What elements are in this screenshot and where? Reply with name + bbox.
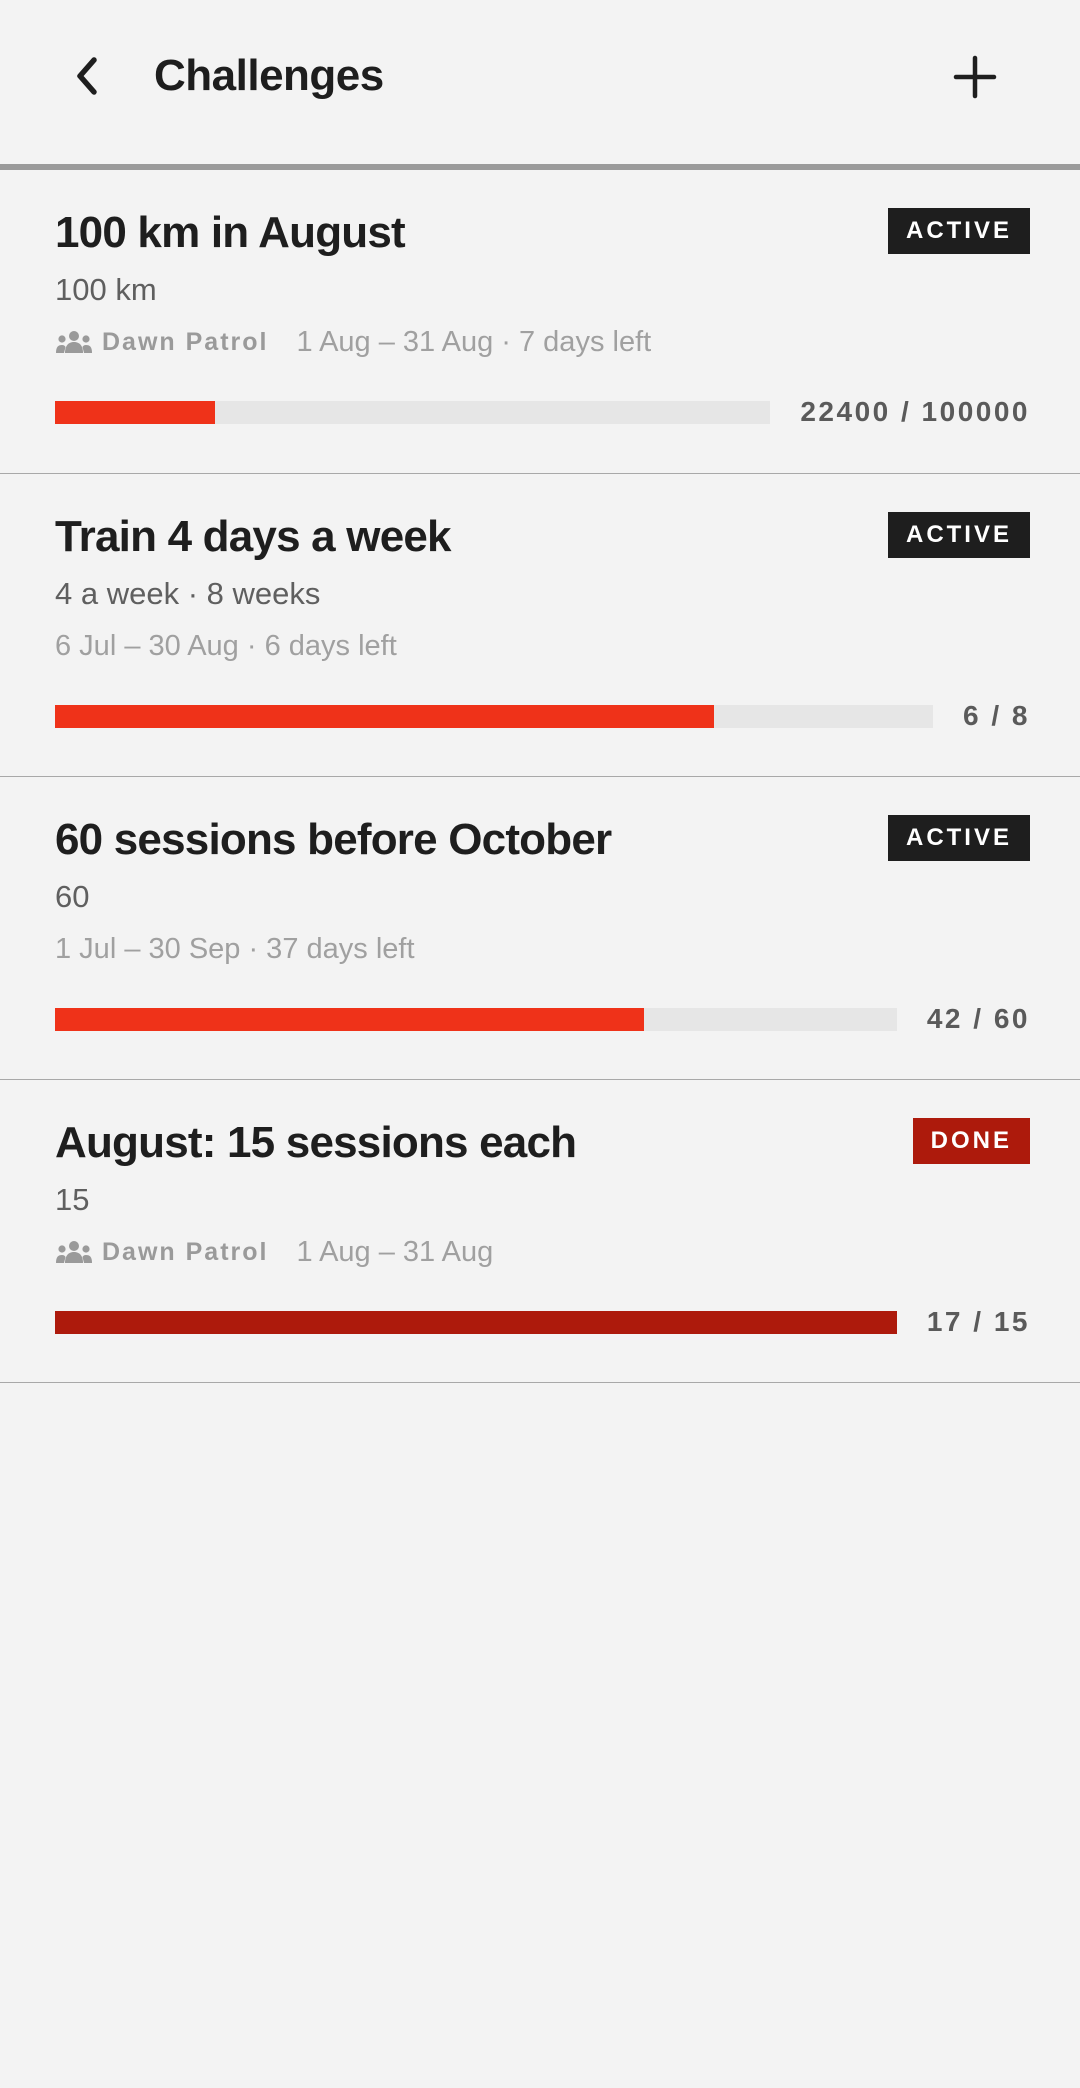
challenge-target: 4 a week · 8 weeks [55,576,321,611]
app-header: Challenges [0,0,1080,164]
progress-count: 42 / 60 [926,1003,1030,1034]
progress-fill [55,1311,897,1334]
status-badge: ACTIVE [887,815,1030,861]
status-badge: DONE [912,1118,1030,1164]
challenge-title: 100 km in August [55,208,406,257]
challenge-card[interactable]: 100 km in August ACTIVE 100 km Dawn Patr… [0,170,1080,474]
challenge-list: 100 km in August ACTIVE 100 km Dawn Patr… [0,170,1080,1383]
challenge-card[interactable]: 60 sessions before October ACTIVE 60 1 J… [0,777,1080,1080]
add-challenge-button[interactable] [945,47,1005,107]
challenge-meta: Dawn Patrol 1 Aug – 31 Aug · 7 days left [55,322,651,362]
status-badge: ACTIVE [887,512,1030,558]
progress-bar [55,1311,897,1334]
progress-count: 6 / 8 [963,700,1030,731]
challenge-target: 15 [55,1182,90,1217]
back-button[interactable] [58,47,116,105]
challenge-dates: 1 Aug – 31 Aug · 7 days left [296,325,652,358]
challenge-title: August: 15 sessions each [55,1118,577,1167]
page-title: Challenges [154,51,384,100]
group-icon [55,328,93,356]
progress-fill [55,705,714,728]
challenge-meta: 1 Jul – 30 Sep · 37 days left [55,929,415,969]
progress-bar [55,401,770,424]
group-name: Dawn Patrol [102,1237,269,1266]
challenge-meta: Dawn Patrol 1 Aug – 31 Aug [55,1232,493,1272]
challenge-target: 60 [55,879,90,914]
chevron-left-icon [77,57,97,95]
group-icon [55,1238,93,1266]
challenge-dates: 1 Jul – 30 Sep · 37 days left [55,932,415,965]
challenge-dates: 1 Aug – 31 Aug [296,1235,494,1268]
progress-count: 22400 / 100000 [800,396,1030,427]
challenge-dates: 6 Jul – 30 Aug · 6 days left [55,629,397,662]
challenge-meta: 6 Jul – 30 Aug · 6 days left [55,626,397,666]
progress-fill [55,401,216,424]
progress-fill [55,1008,645,1031]
challenge-card[interactable]: Train 4 days a week ACTIVE 4 a week · 8 … [0,474,1080,777]
challenge-card[interactable]: August: 15 sessions each DONE 15 Dawn Pa… [0,1080,1080,1383]
status-badge: ACTIVE [887,208,1030,254]
challenge-title: 60 sessions before October [55,815,612,864]
plus-icon [953,55,997,99]
challenge-target: 100 km [55,272,157,307]
challenge-title: Train 4 days a week [55,512,452,561]
progress-count: 17 / 15 [926,1306,1030,1337]
progress-bar [55,705,933,728]
progress-bar [55,1008,897,1031]
group-name: Dawn Patrol [102,327,269,356]
